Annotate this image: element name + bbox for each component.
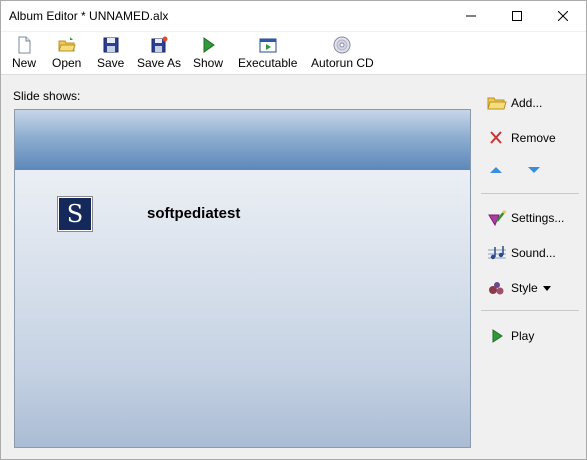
title-bar: Album Editor * UNNAMED.alx bbox=[1, 1, 586, 31]
toolbar-new-button[interactable]: New bbox=[12, 36, 36, 72]
move-up-button[interactable] bbox=[488, 163, 504, 177]
style-palette-icon bbox=[489, 282, 504, 295]
toolbar-open-button[interactable]: Open bbox=[52, 36, 81, 72]
play-green-icon bbox=[203, 37, 215, 53]
window-title: Album Editor * UNNAMED.alx bbox=[9, 9, 169, 23]
toolbar-new-label: New bbox=[12, 56, 37, 70]
maximize-icon bbox=[512, 11, 522, 21]
open-folder-icon bbox=[57, 37, 76, 52]
folder-add-icon bbox=[487, 97, 507, 110]
executable-window-icon bbox=[259, 38, 277, 53]
cd-disc-icon bbox=[333, 36, 351, 54]
toolbar-open-label: Open bbox=[52, 56, 82, 70]
slide-shows-header-band bbox=[15, 110, 470, 170]
slideshow-thumbnail: S bbox=[57, 196, 93, 232]
close-button[interactable] bbox=[540, 1, 586, 31]
remove-button[interactable]: Remove bbox=[487, 127, 556, 149]
toolbar-save-button[interactable]: Save bbox=[97, 36, 124, 72]
caret-down-icon bbox=[542, 285, 551, 291]
arrow-up-icon bbox=[490, 167, 502, 173]
toolbar-show-label: Show bbox=[193, 56, 224, 70]
slide-shows-list[interactable]: S softpediatest bbox=[14, 109, 471, 448]
settings-button[interactable]: Settings... bbox=[487, 207, 564, 229]
new-page-icon bbox=[18, 36, 31, 54]
style-label: Style bbox=[511, 281, 538, 295]
slideshow-name: softpediatest bbox=[147, 205, 241, 222]
toolbar-autorun-cd-button[interactable]: Autorun CD bbox=[311, 36, 374, 72]
settings-brush-icon bbox=[488, 210, 506, 227]
add-button[interactable]: Add... bbox=[487, 92, 542, 114]
play-button[interactable]: Play bbox=[487, 325, 534, 347]
toolbar-show-button[interactable]: Show bbox=[193, 36, 223, 72]
toolbar-executable-label: Executable bbox=[238, 56, 298, 70]
remove-x-icon bbox=[490, 131, 502, 144]
slideshow-item[interactable]: S softpediatest bbox=[57, 196, 357, 236]
side-divider bbox=[481, 193, 579, 194]
floppy-save-as-icon bbox=[151, 36, 168, 53]
close-icon bbox=[558, 11, 568, 21]
maximize-button[interactable] bbox=[494, 1, 540, 31]
toolbar-autorun-cd-label: Autorun CD bbox=[311, 56, 374, 70]
slide-shows-label: Slide shows: bbox=[13, 89, 81, 103]
style-dropdown-button[interactable]: Style bbox=[487, 277, 551, 299]
toolbar: New Open Save Save As Show Executable Au… bbox=[1, 32, 586, 75]
add-label: Add... bbox=[511, 96, 543, 110]
move-down-button[interactable] bbox=[526, 163, 542, 177]
minimize-icon bbox=[466, 15, 476, 17]
remove-label: Remove bbox=[511, 131, 556, 145]
sound-label: Sound... bbox=[511, 246, 556, 260]
toolbar-save-as-button[interactable]: Save As bbox=[137, 36, 181, 72]
toolbar-save-label: Save bbox=[97, 56, 125, 70]
toolbar-executable-button[interactable]: Executable bbox=[238, 36, 297, 72]
album-editor-window: Album Editor * UNNAMED.alx New Open Save… bbox=[0, 0, 587, 460]
play-label: Play bbox=[511, 329, 535, 343]
toolbar-save-as-label: Save As bbox=[137, 56, 182, 70]
floppy-save-icon bbox=[103, 37, 119, 53]
settings-label: Settings... bbox=[511, 211, 565, 225]
play-icon bbox=[492, 329, 503, 343]
sound-button[interactable]: Sound... bbox=[487, 242, 556, 264]
music-notes-icon bbox=[488, 246, 506, 260]
arrow-down-icon bbox=[528, 167, 540, 173]
side-divider-2 bbox=[481, 310, 579, 311]
minimize-button[interactable] bbox=[448, 1, 494, 31]
